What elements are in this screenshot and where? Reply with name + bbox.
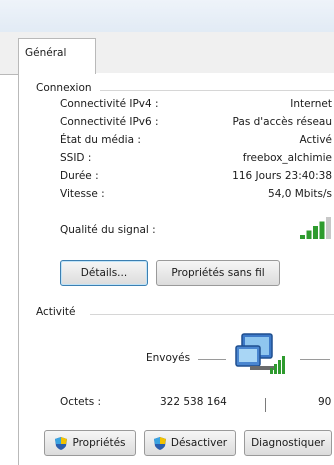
activity-group-line — [90, 314, 334, 315]
signal-quality-label: Qualité du signal : — [60, 224, 156, 236]
received-dash — [300, 359, 330, 360]
ipv4-label: Connectivité IPv4 : — [60, 98, 159, 110]
wireless-properties-label: Propriétés sans fil — [171, 267, 265, 279]
media-state-label: État du média : — [60, 134, 141, 146]
network-computers-icon — [235, 333, 285, 374]
details-button[interactable]: Détails... — [60, 260, 148, 286]
ipv6-label: Connectivité IPv6 : — [60, 116, 159, 128]
diagnose-button[interactable]: Diagnostiquer — [244, 430, 332, 456]
bytes-separator — [265, 398, 266, 412]
media-state-value: Activé — [299, 134, 332, 146]
received-bytes-value: 90 — [318, 396, 332, 408]
ssid-value: freebox_alchimie — [242, 152, 332, 164]
ssid-label: SSID : — [60, 152, 92, 164]
signal-bar — [319, 221, 325, 239]
wireless-properties-button[interactable]: Propriétés sans fil — [156, 260, 280, 286]
tab-general-label: Général — [25, 47, 67, 59]
disable-button[interactable]: Désactiver — [144, 430, 236, 456]
speed-label: Vitesse : — [60, 188, 105, 200]
duration-label: Durée : — [60, 170, 99, 182]
shield-icon — [153, 436, 166, 450]
diagnose-button-label: Diagnostiquer — [251, 437, 325, 449]
signal-strength-icon — [300, 217, 331, 239]
signal-bar — [306, 230, 312, 239]
activity-group-title: Activité — [36, 306, 80, 318]
signal-bar — [300, 235, 305, 239]
properties-button[interactable]: Propriétés — [44, 430, 136, 456]
bytes-label: Octets : — [60, 396, 102, 408]
shield-icon — [55, 436, 68, 450]
duration-value: 116 Jours 23:40:38 — [232, 170, 332, 182]
connection-group-line — [100, 90, 334, 91]
window-top-area — [0, 0, 334, 32]
ipv6-value: Pas d'accès réseau — [232, 116, 332, 128]
ipv4-value: Internet — [290, 98, 332, 110]
disable-button-label: Désactiver — [170, 437, 228, 449]
signal-bar — [326, 217, 331, 239]
speed-value: 54,0 Mbits/s — [268, 188, 332, 200]
details-button-label: Détails... — [80, 267, 128, 279]
connection-group-title: Connexion — [36, 82, 96, 94]
sent-bytes-value: 322 538 164 — [160, 396, 227, 408]
sent-label: Envoyés — [146, 352, 191, 364]
tab-general[interactable]: Général — [18, 38, 96, 74]
properties-button-label: Propriétés — [72, 437, 126, 449]
signal-bar — [313, 226, 318, 239]
sent-dash — [198, 359, 226, 360]
